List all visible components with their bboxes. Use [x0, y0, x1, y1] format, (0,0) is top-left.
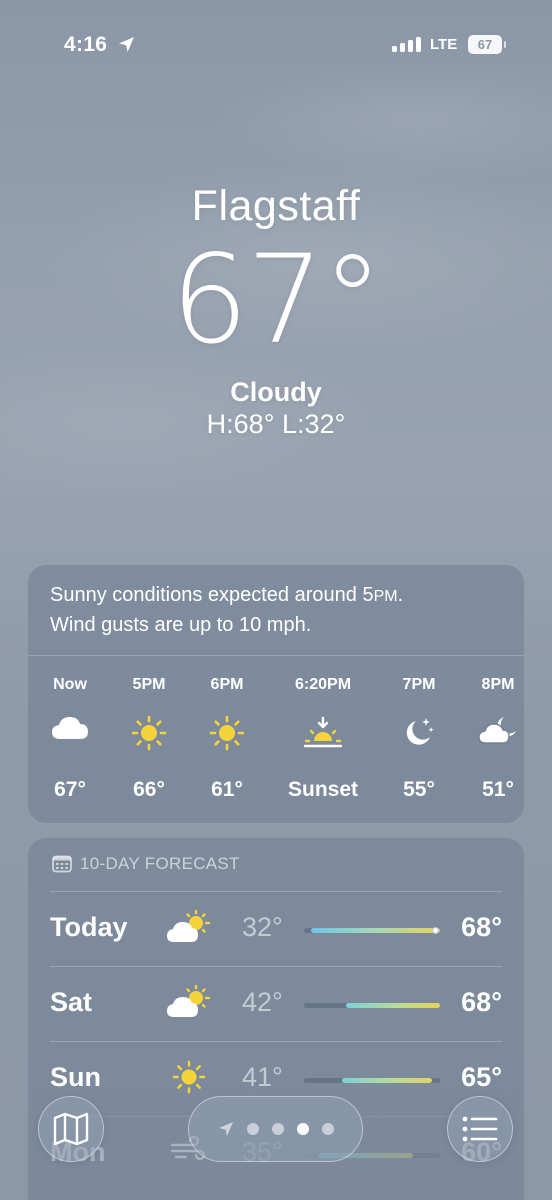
- page-dot-active[interactable]: [296, 1123, 309, 1135]
- forecast-day: Sun: [50, 1062, 101, 1092]
- forecast-low: 42°: [242, 987, 283, 1017]
- forecast-high: 68°: [461, 987, 502, 1017]
- calendar-icon: [52, 855, 72, 873]
- cloud-icon: [51, 715, 89, 746]
- current-location-icon: [218, 1121, 233, 1137]
- network-type: LTE: [430, 36, 458, 53]
- status-bar: 4:16 LTE 67: [0, 0, 552, 90]
- moon-stars-icon: [402, 715, 436, 754]
- sun-icon: [209, 715, 245, 756]
- partly-sunny-icon: [166, 909, 212, 949]
- battery-indicator: 67: [468, 35, 506, 54]
- page-dot[interactable]: [246, 1123, 259, 1135]
- current-weather: Flagstaff 67° Cloudy H:68° L:32°: [0, 180, 552, 440]
- map-icon: [53, 1112, 89, 1146]
- status-time: 4:16: [64, 33, 108, 56]
- weather-condition: Cloudy: [230, 377, 322, 407]
- list-icon: [462, 1116, 498, 1142]
- sun-icon: [131, 715, 167, 756]
- city-list-button[interactable]: [447, 1096, 513, 1162]
- forecast-low: 41°: [242, 1062, 283, 1092]
- forecast-high: 68°: [461, 912, 502, 942]
- forecast-day: Today: [50, 912, 128, 942]
- current-temp-dot: [431, 927, 439, 934]
- sun-icon: [172, 1060, 206, 1099]
- cellular-signal-icon: [392, 36, 421, 52]
- forecast-header: 10-DAY FORECAST: [52, 854, 240, 874]
- page-indicator[interactable]: [188, 1096, 363, 1162]
- forecast-summary: Sunny conditions expected around 5PM. Wi…: [28, 565, 524, 656]
- high-low: H:68° L:32°: [206, 409, 346, 439]
- hourly-scroll[interactable]: Now 67° 5PM 66° 6PM 61° 6:20PM Sunset 7P…: [28, 656, 524, 823]
- temperature-range-bar: [304, 1003, 440, 1008]
- page-dot[interactable]: [321, 1123, 334, 1135]
- map-button[interactable]: [38, 1096, 104, 1162]
- forecast-row-sat[interactable]: Sat 42° 68°: [50, 966, 502, 1041]
- temperature-range-bar: [304, 1078, 440, 1083]
- sunset-icon: [303, 715, 343, 756]
- forecast-day: Sat: [50, 987, 93, 1017]
- partly-sunny-icon: [166, 984, 212, 1024]
- forecast-header-label: 10-DAY FORECAST: [80, 854, 240, 873]
- forecast-row-today[interactable]: Today 32° 68°: [50, 891, 502, 966]
- forecast-high: 65°: [461, 1062, 502, 1092]
- forecast-low: 32°: [242, 912, 283, 942]
- temperature-range-bar: [304, 927, 440, 934]
- city-name: Flagstaff: [191, 182, 361, 230]
- current-temperature: 67°: [170, 229, 383, 371]
- page-dot[interactable]: [271, 1123, 284, 1135]
- hourly-forecast-card[interactable]: Sunny conditions expected around 5PM. Wi…: [28, 565, 524, 823]
- location-arrow-icon: [119, 37, 134, 52]
- moon-cloud-icon: [478, 715, 518, 750]
